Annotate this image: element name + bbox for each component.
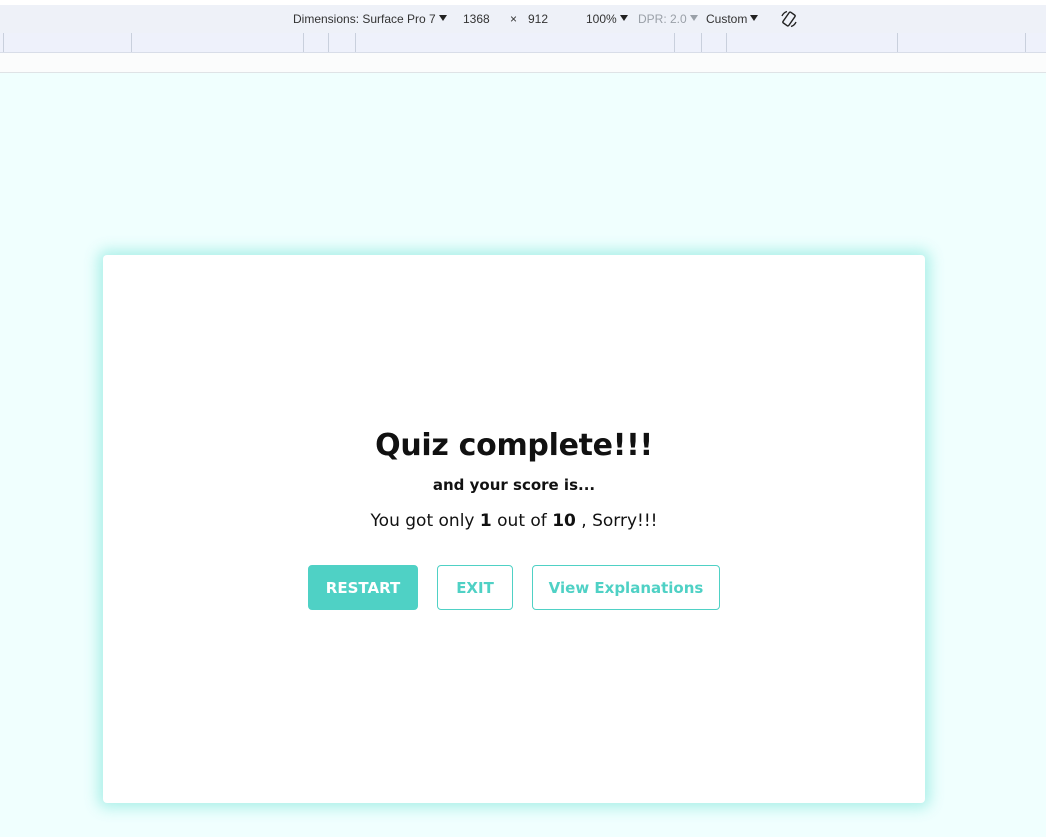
width-input[interactable]: 1368 <box>463 12 490 26</box>
score-middle: out of <box>497 511 547 531</box>
times-separator: × <box>510 12 518 26</box>
device-dimensions-select[interactable]: Dimensions: Surface Pro 7 <box>293 12 447 26</box>
throttle-select[interactable]: Custom <box>706 12 759 26</box>
chevron-down-icon <box>619 15 628 21</box>
media-query-ruler <box>0 33 1046 53</box>
ruler-divider <box>674 33 675 52</box>
dpr-label: DPR: 2.0 <box>638 12 687 26</box>
chevron-down-icon <box>438 15 447 21</box>
ruler-divider <box>726 33 727 52</box>
dpr-select[interactable]: DPR: 2.0 <box>638 12 698 26</box>
viewport-top-strip <box>0 53 1046 73</box>
ruler-divider <box>355 33 356 52</box>
throttle-label: Custom <box>706 12 748 26</box>
exit-button[interactable]: EXIT <box>437 565 513 610</box>
ruler-divider <box>1025 33 1026 52</box>
chevron-down-icon <box>689 15 698 21</box>
ruler-divider <box>328 33 329 52</box>
quiz-complete-title: Quiz complete!!! <box>375 428 653 463</box>
quiz-result-card: Quiz complete!!! and your score is... Yo… <box>103 255 925 803</box>
score-value: 1 <box>479 511 492 531</box>
score-message: You got only 1 out of 10 , Sorry!!! <box>103 511 925 531</box>
restart-button[interactable]: RESTART <box>308 565 418 610</box>
score-suffix: , Sorry!!! <box>581 511 658 531</box>
rotate-icon[interactable] <box>779 9 799 29</box>
ruler-divider <box>303 33 304 52</box>
ruler-divider <box>897 33 898 52</box>
score-subtitle: and your score is... <box>432 476 596 494</box>
chevron-down-icon <box>750 15 759 21</box>
device-toolbar: Dimensions: Surface Pro 7 1368 × 912 100… <box>0 0 1046 33</box>
zoom-label: 100% <box>586 12 617 26</box>
view-explanations-button[interactable]: View Explanations <box>532 565 720 610</box>
zoom-select[interactable]: 100% <box>586 12 628 26</box>
ruler-divider <box>701 33 702 52</box>
ruler-divider <box>3 33 4 52</box>
height-input[interactable]: 912 <box>528 12 548 26</box>
device-dimensions-label: Dimensions: Surface Pro 7 <box>293 12 436 26</box>
score-total: 10 <box>552 511 576 531</box>
score-prefix: You got only <box>370 511 475 531</box>
ruler-divider <box>131 33 132 52</box>
